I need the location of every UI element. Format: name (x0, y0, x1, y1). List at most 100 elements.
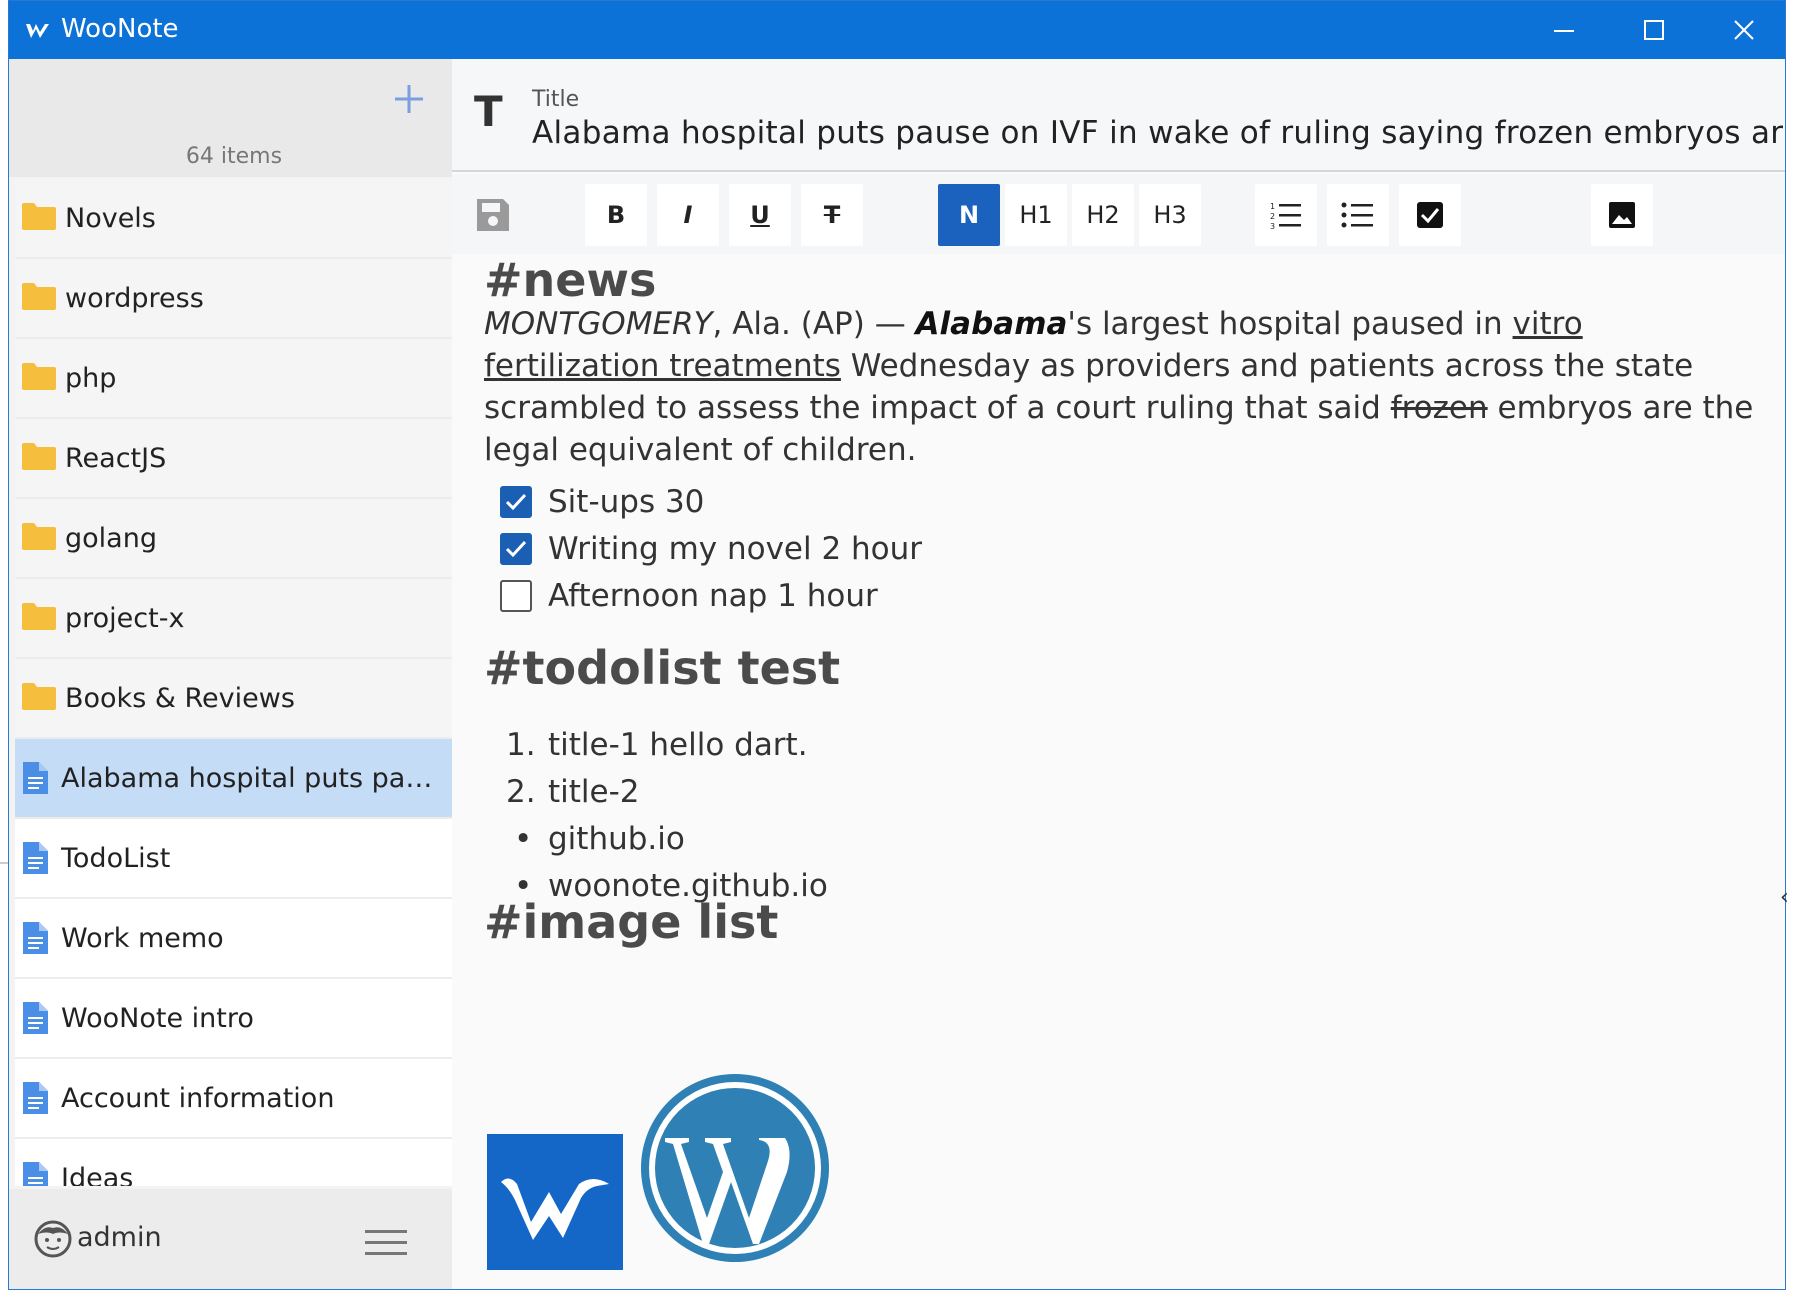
bullet-list-button[interactable] (1327, 184, 1389, 246)
note-item[interactable]: Account information (15, 1059, 452, 1139)
list-text: github.io (548, 821, 685, 857)
item-label: Novels (65, 202, 156, 234)
note-item[interactable]: Alabama hospital puts paus... (15, 739, 452, 819)
heading-image-list: #image list (484, 895, 779, 949)
note-item[interactable]: WooNote intro (15, 979, 452, 1059)
plus-icon (395, 85, 423, 113)
edge-divider (0, 862, 8, 864)
folder-item[interactable]: Books & Reviews (15, 659, 452, 739)
checklist-label: Writing my novel 2 hour (548, 531, 923, 567)
image-icon (1609, 202, 1635, 228)
bold-button[interactable]: B (585, 184, 647, 246)
svg-text:2: 2 (1270, 212, 1275, 221)
ordered-list-item: 1. title-1 hello dart. (484, 724, 1184, 766)
save-button[interactable] (462, 184, 524, 246)
h3-button[interactable]: H3 (1139, 184, 1201, 246)
list-number: 2. (506, 774, 536, 810)
folder-icon (22, 523, 56, 550)
title-bar: WooNote (9, 1, 1785, 59)
user-name[interactable]: admin (77, 1222, 162, 1253)
bullet-list-icon (1341, 202, 1373, 228)
maximize-button[interactable] (1609, 1, 1699, 59)
document-icon (23, 1002, 48, 1034)
woonote-logo-icon (26, 24, 49, 38)
item-label: TodoList (61, 842, 171, 874)
folder-item[interactable]: ReactJS (15, 419, 452, 499)
checkbox-checked[interactable] (500, 486, 532, 518)
sidebar: 64 items Novels wordpress php ReactJS golang… (9, 59, 452, 1289)
document-icon (23, 1082, 48, 1114)
folder-item[interactable]: wordpress (15, 259, 452, 339)
news-paragraph: MONTGOMERY, Ala. (AP) — Alabama's larges… (484, 303, 1764, 471)
item-label: golang (65, 522, 157, 554)
menu-button[interactable] (363, 1227, 409, 1259)
woonote-logo-image[interactable] (487, 1134, 623, 1270)
item-label: wordpress (65, 282, 204, 314)
sidebar-header: 64 items (9, 59, 452, 177)
note-item[interactable]: TodoList (15, 819, 452, 899)
list-text: title-1 hello dart. (548, 727, 808, 763)
checklist-label: Afternoon nap 1 hour (548, 578, 878, 614)
svg-text:3: 3 (1270, 222, 1275, 230)
checkbox-checked[interactable] (500, 533, 532, 565)
title-label: Title (532, 87, 580, 112)
list-number: 1. (506, 727, 536, 763)
checklist-button[interactable] (1399, 184, 1461, 246)
document-icon (23, 762, 48, 794)
folder-item[interactable]: project-x (15, 579, 452, 659)
note-list[interactable]: Novels wordpress php ReactJS golang project-x… (15, 179, 452, 1186)
h2-button[interactable]: H2 (1072, 184, 1134, 246)
folder-item[interactable]: golang (15, 499, 452, 579)
item-label: project-x (65, 602, 185, 634)
item-label: Work memo (61, 922, 224, 954)
para-text-2: 's largest hospital paused in (1067, 306, 1513, 342)
note-item[interactable]: Ideas (15, 1139, 452, 1186)
underline-button[interactable]: U (729, 184, 791, 246)
heading-news: #news (484, 253, 657, 307)
chevron-left-icon[interactable]: ‹ (1780, 885, 1789, 910)
minimize-icon (1554, 30, 1574, 32)
maximize-icon (1644, 20, 1664, 40)
checklist-label: Sit-ups 30 (548, 484, 705, 520)
app-window: WooNote 64 items Novels wordpress php React… (8, 0, 1786, 1290)
para-text-1: , Ala. (AP) — (712, 306, 916, 342)
insert-image-button[interactable] (1591, 184, 1653, 246)
note-item[interactable]: Work memo (15, 899, 452, 979)
folder-item[interactable]: php (15, 339, 452, 419)
user-face-icon[interactable] (33, 1219, 73, 1259)
document-icon (23, 1162, 48, 1186)
add-note-button[interactable] (389, 79, 429, 119)
save-icon (477, 199, 509, 231)
title-input[interactable] (532, 115, 1784, 151)
strikethrough-button[interactable]: T (801, 184, 863, 246)
wordpress-logo-image[interactable] (635, 1068, 835, 1268)
para-italic: MONTGOMERY (484, 306, 713, 342)
checklist-item: Writing my novel 2 hour (484, 528, 1184, 570)
minimize-button[interactable] (1519, 1, 1609, 59)
folder-icon (22, 443, 56, 470)
folder-icon (22, 363, 56, 390)
para-bold-italic: Alabama (915, 306, 1068, 342)
folder-icon (22, 603, 56, 630)
item-label: WooNote intro (61, 1002, 254, 1034)
italic-button[interactable]: I (657, 184, 719, 246)
item-label: Books & Reviews (65, 682, 295, 714)
item-label: Alabama hospital puts paus... (61, 762, 443, 794)
title-type-icon: T (474, 87, 503, 136)
checkbox-unchecked[interactable] (500, 580, 532, 612)
ordered-list-button[interactable]: 1 2 3 (1255, 184, 1317, 246)
ordered-list-icon: 1 2 3 (1270, 202, 1301, 230)
app-title: WooNote (61, 14, 179, 44)
bullet-dot: • (514, 821, 533, 857)
h1-button[interactable]: H1 (1005, 184, 1067, 246)
folder-icon (22, 283, 56, 310)
folder-item[interactable]: Novels (15, 179, 452, 259)
sidebar-footer: admin (9, 1189, 452, 1289)
item-label: php (65, 362, 117, 394)
editor-pane: T Title B I U T N H1 H2 H3 1 (452, 59, 1785, 1289)
ordered-list-item: 2. title-2 (484, 771, 1184, 813)
items-count: 64 items (185, 144, 283, 169)
close-button[interactable] (1699, 1, 1785, 59)
document-icon (23, 842, 48, 874)
normal-style-button[interactable]: N (938, 184, 1000, 246)
